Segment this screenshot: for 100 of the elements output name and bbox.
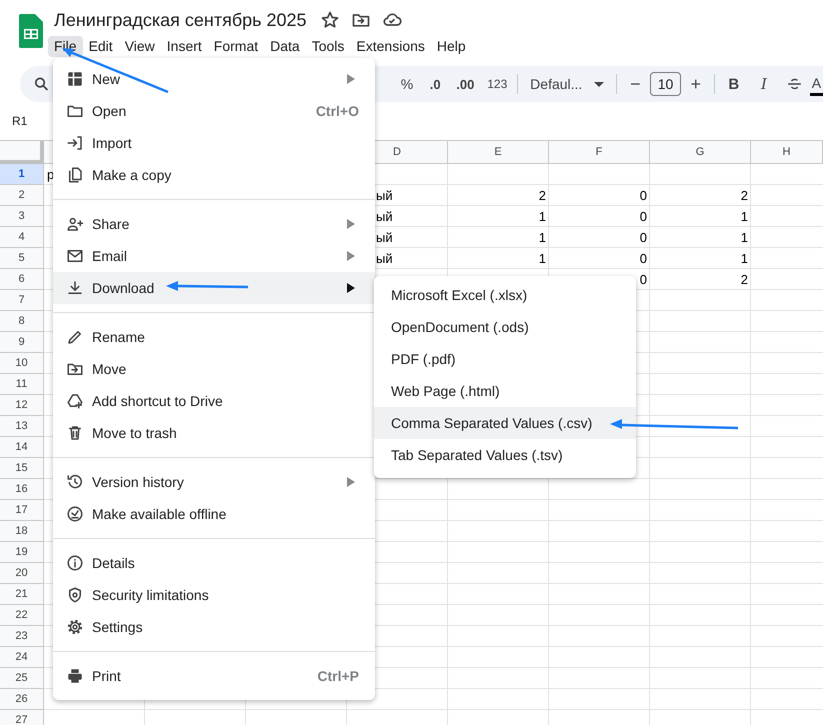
menu-item[interactable]: Open Ctrl+O [53,95,375,127]
column-header[interactable]: G [650,141,751,164]
row-header[interactable]: 11 [0,374,44,395]
menu-item[interactable]: New [53,63,375,95]
menu-item[interactable]: Security limitations [53,579,375,611]
menu-item[interactable]: Help [430,36,472,57]
font-size-field[interactable]: 10 [650,72,681,96]
shield-icon [66,586,84,604]
row-header[interactable]: 5 [0,248,44,269]
history-icon [66,473,84,491]
row-header[interactable]: 4 [0,227,44,248]
row-header[interactable]: 17 [0,500,44,521]
row-header[interactable]: 2 [0,185,44,206]
name-box[interactable]: R1 [12,114,28,128]
menu-item[interactable]: Move to trash [53,417,375,449]
row-header[interactable]: 27 [0,710,44,725]
info-icon [66,554,84,572]
sheet-plus-icon [66,70,84,88]
menu-item[interactable]: Insert [160,36,208,57]
column-header[interactable]: F [549,141,650,164]
person-plus-icon [66,215,84,233]
printer-icon [66,667,84,685]
menu-item[interactable]: Rename [53,321,375,353]
row-header[interactable]: 18 [0,521,44,542]
settings-icon [66,618,84,636]
row-header[interactable]: 16 [0,479,44,500]
menu-item[interactable]: Add shortcut to Drive [53,385,375,417]
search-icon[interactable] [33,75,50,93]
column-header[interactable]: H [751,141,823,164]
row-header[interactable]: 19 [0,542,44,563]
menu-item[interactable]: Print Ctrl+P [53,660,375,692]
menu-item[interactable]: Format [208,36,264,57]
submenu-arrow-icon [347,251,355,261]
sheets-logo[interactable] [19,14,43,48]
menu-item[interactable]: PDF (.pdf) [374,343,636,375]
table-cell: ый [376,230,393,245]
menu-item[interactable]: View [118,36,161,57]
table-cell: 1 [538,209,546,224]
row-header[interactable]: 6 [0,269,44,290]
envelope-icon [66,247,84,265]
menu-item[interactable]: Make available offline [53,498,375,530]
pencil-icon [66,328,84,346]
submenu-arrow-icon [347,219,355,229]
font-dropdown[interactable]: Defaul... [522,70,612,98]
row-header[interactable]: 24 [0,647,44,668]
table-cell: ый [376,209,393,224]
number-format-button[interactable]: 123 [481,70,514,98]
menu-item[interactable]: Web Page (.html) [374,375,636,407]
drive-shortcut-icon [66,392,84,410]
decrease-decimals-button[interactable]: .0 [421,70,450,98]
submenu-arrow-icon [347,283,355,293]
star-icon[interactable] [320,10,340,30]
text-color-button[interactable]: A [810,72,823,96]
caret-icon [594,82,604,86]
column-header[interactable]: E [448,141,549,164]
menu-item[interactable]: Data [264,36,306,57]
percent-button[interactable]: % [392,70,422,98]
menu-item[interactable]: Settings [53,611,375,643]
menu-item[interactable]: Tab Separated Values (.tsv) [374,439,636,471]
menu-item[interactable]: Comma Separated Values (.csv) [374,407,636,439]
copy-icon [66,166,84,184]
trash-icon [66,424,84,442]
row-header[interactable]: 12 [0,395,44,416]
row-header[interactable]: 14 [0,437,44,458]
menu-item[interactable]: Email [53,240,375,272]
row-header[interactable]: 13 [0,416,44,437]
document-title[interactable]: Ленинградская сентябрь 2025 [54,10,307,30]
offline-icon [66,505,84,523]
menu-item[interactable]: Edit [82,36,119,57]
menu-item[interactable]: Share [53,208,375,240]
row-header[interactable]: 7 [0,290,44,311]
import-icon [66,134,84,152]
row-header[interactable]: 8 [0,311,44,332]
table-cell: 0 [640,272,647,287]
increase-decimals-button[interactable]: .00 [449,70,482,98]
row-header[interactable]: 9 [0,332,44,353]
increase-font-size-button[interactable]: + [682,70,710,98]
row-header[interactable]: 10 [0,353,44,374]
row-header[interactable]: 26 [0,689,44,710]
italic-button[interactable]: I [748,70,779,98]
menu-item[interactable]: Version history [53,466,375,498]
menu-item[interactable]: OpenDocument (.ods) [374,311,636,343]
menu-item[interactable]: Move [53,353,375,385]
menu-item[interactable]: Microsoft Excel (.xlsx) [374,279,636,311]
row-header[interactable]: 25 [0,668,44,689]
row-header[interactable]: 1 [0,164,44,185]
bold-button[interactable]: B [718,70,749,98]
table-cell: 1 [740,251,748,266]
row-header[interactable]: 21 [0,584,44,605]
row-header[interactable]: 15 [0,458,44,479]
menu-item[interactable]: Download [53,272,375,304]
row-header[interactable]: 20 [0,563,44,584]
row-header[interactable]: 22 [0,605,44,626]
menu-item[interactable]: Details [53,547,375,579]
table-cell: ый [376,251,393,266]
row-header[interactable]: 23 [0,626,44,647]
row-header[interactable]: 3 [0,206,44,227]
decrease-font-size-button[interactable]: − [621,70,650,98]
menu-item[interactable]: Extensions [350,36,431,57]
menu-item[interactable]: Tools [306,36,350,57]
